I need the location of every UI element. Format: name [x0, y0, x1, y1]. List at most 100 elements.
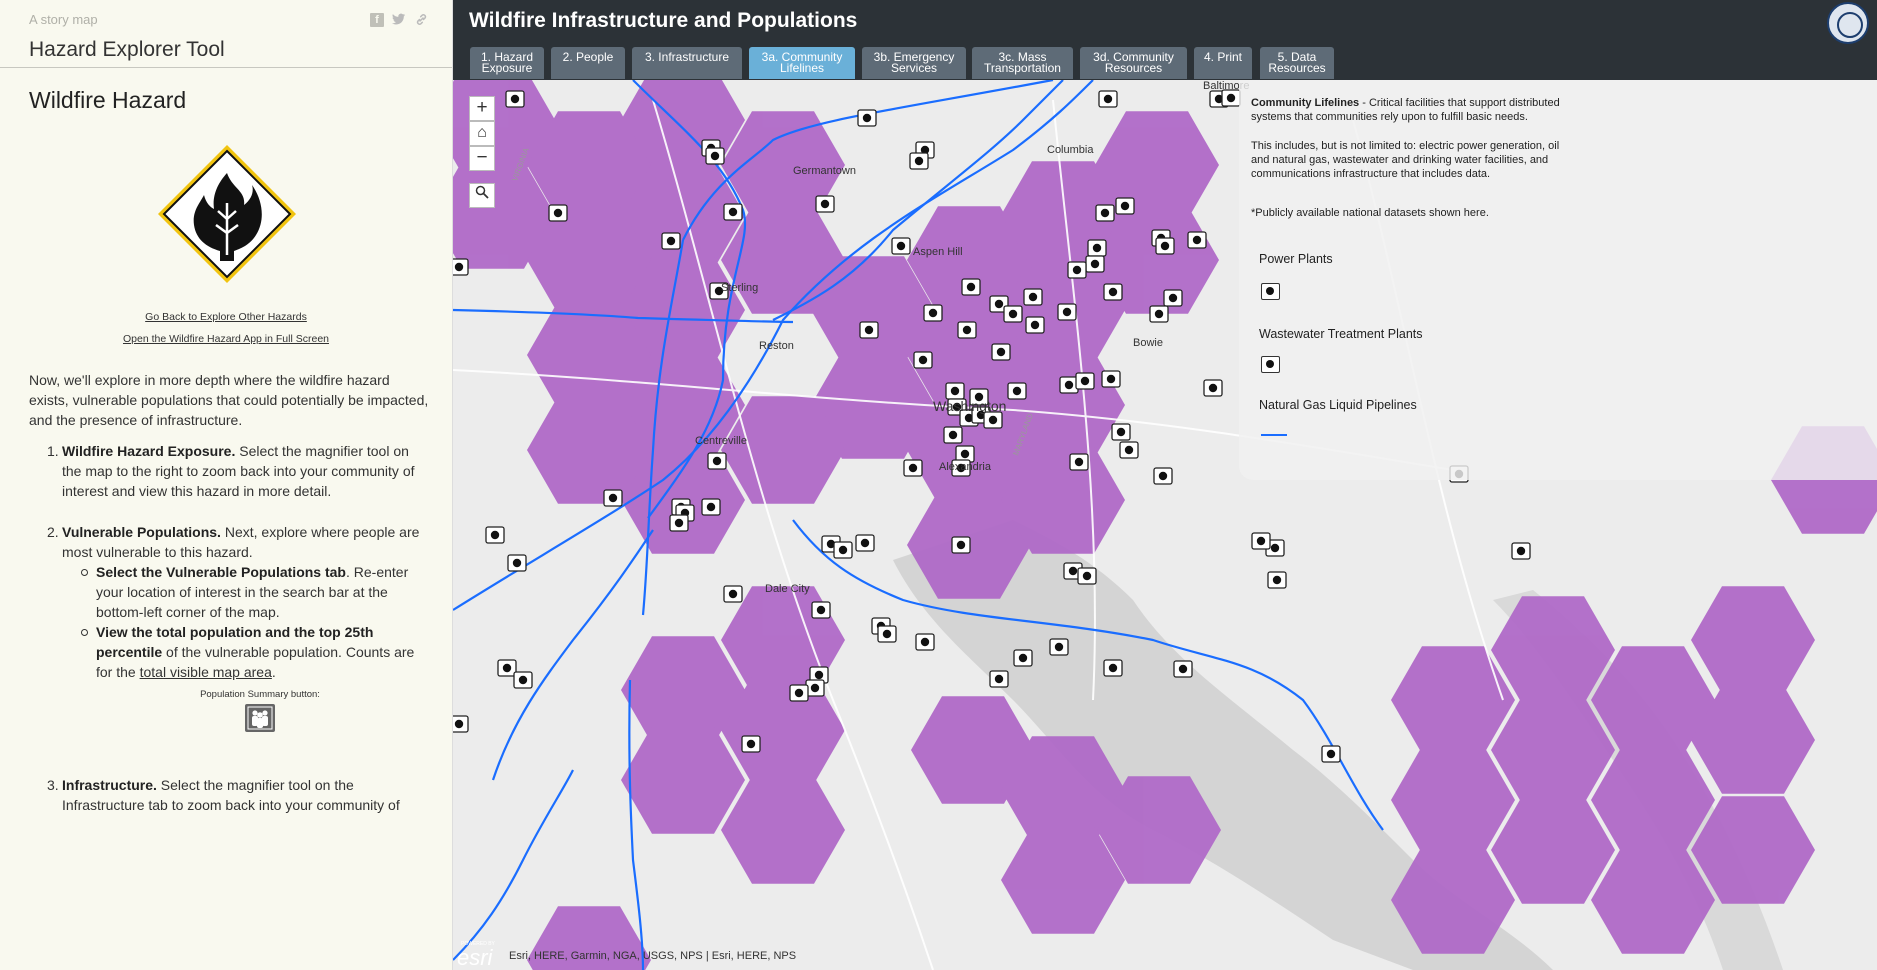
- facility-icon[interactable]: [497, 659, 517, 677]
- facebook-icon[interactable]: f: [370, 13, 384, 27]
- facility-icon[interactable]: [1149, 305, 1169, 323]
- facility-icon[interactable]: [1119, 441, 1139, 459]
- zoom-in-button[interactable]: +: [469, 96, 495, 121]
- facility-icon[interactable]: [1511, 542, 1531, 560]
- full-screen-link[interactable]: Open the Wildfire Hazard App in Full Scr…: [0, 333, 452, 345]
- facility-icon[interactable]: [915, 633, 935, 651]
- facility-icon[interactable]: [548, 204, 568, 222]
- facility-icon[interactable]: [857, 109, 877, 127]
- facility-icon[interactable]: [943, 426, 963, 444]
- facility-icon[interactable]: [1103, 283, 1123, 301]
- facility-icon[interactable]: [877, 625, 897, 643]
- place-label: Aspen Hill: [913, 246, 963, 258]
- facility-icon[interactable]: [1163, 289, 1183, 307]
- facility-icon[interactable]: [1103, 659, 1123, 677]
- facility-icon[interactable]: [707, 452, 727, 470]
- facility-icon[interactable]: [705, 147, 725, 165]
- facility-icon[interactable]: [983, 411, 1003, 429]
- facility-icon[interactable]: [661, 232, 681, 250]
- facility-icon[interactable]: [723, 585, 743, 603]
- facility-icon[interactable]: [789, 684, 809, 702]
- facility-icon[interactable]: [957, 321, 977, 339]
- population-summary-button[interactable]: [245, 704, 275, 732]
- visible-map-area-link[interactable]: total visible map area: [140, 664, 272, 680]
- facility-icon[interactable]: [1111, 423, 1131, 441]
- facility-icon[interactable]: [1321, 745, 1341, 763]
- facility-icon[interactable]: [513, 671, 533, 689]
- facility-icon[interactable]: [1077, 567, 1097, 585]
- facility-icon[interactable]: [1023, 288, 1043, 306]
- map-attribution[interactable]: Esri, HERE, Garmin, NGA, USGS, NPS | Esr…: [509, 950, 796, 962]
- facility-icon[interactable]: [1087, 239, 1107, 257]
- facility-icon[interactable]: [1069, 453, 1089, 471]
- facility-icon[interactable]: [923, 304, 943, 322]
- facility-icon[interactable]: [1221, 89, 1241, 107]
- facility-icon[interactable]: [603, 489, 623, 507]
- facility-icon[interactable]: [453, 715, 469, 733]
- facility-icon[interactable]: [1025, 316, 1045, 334]
- facility-icon[interactable]: [1007, 382, 1027, 400]
- map-header: Wildfire Infrastructure and Populations …: [453, 0, 1877, 80]
- facility-icon[interactable]: [805, 679, 825, 697]
- tab-3c-mass[interactable]: 3c. Mass Transportation: [972, 47, 1073, 79]
- facility-icon[interactable]: [1013, 649, 1033, 667]
- facility-icon[interactable]: [1059, 376, 1079, 394]
- tab-3b-emergency[interactable]: 3b. Emergency Services: [862, 47, 966, 79]
- facility-icon[interactable]: [989, 670, 1009, 688]
- facility-icon[interactable]: [453, 258, 469, 276]
- facility-icon[interactable]: [485, 526, 505, 544]
- go-back-link[interactable]: Go Back to Explore Other Hazards: [0, 311, 452, 323]
- facility-icon[interactable]: [1203, 379, 1223, 397]
- facility-icon[interactable]: [669, 514, 689, 532]
- facility-icon[interactable]: [1153, 467, 1173, 485]
- facility-icon[interactable]: [909, 152, 929, 170]
- facility-icon[interactable]: [701, 498, 721, 516]
- tab-2-people[interactable]: 2. People: [551, 47, 625, 79]
- facility-icon[interactable]: [507, 554, 527, 572]
- facility-icon[interactable]: [1067, 261, 1087, 279]
- twitter-icon[interactable]: [392, 13, 406, 27]
- facility-icon[interactable]: [859, 321, 879, 339]
- facility-icon[interactable]: [1049, 638, 1069, 656]
- link-icon[interactable]: [414, 13, 428, 27]
- map-view[interactable]: Wildfire Infrastructure and Populations …: [453, 0, 1877, 970]
- facility-icon[interactable]: [1057, 303, 1077, 321]
- facility-icon[interactable]: [913, 351, 933, 369]
- tab-3d-community[interactable]: 3d. Community Resources: [1080, 47, 1187, 79]
- facility-icon[interactable]: [723, 203, 743, 221]
- facility-icon[interactable]: [1085, 255, 1105, 273]
- facility-icon[interactable]: [1098, 90, 1118, 108]
- facility-icon[interactable]: [505, 90, 525, 108]
- home-button[interactable]: ⌂: [469, 121, 495, 146]
- facility-icon[interactable]: [1101, 370, 1121, 388]
- facility-icon[interactable]: [961, 278, 981, 296]
- tab-label: Resources: [1104, 61, 1163, 75]
- facility-icon[interactable]: [833, 541, 853, 559]
- facility-icon[interactable]: [891, 237, 911, 255]
- facility-icon[interactable]: [1251, 532, 1271, 550]
- facility-icon[interactable]: [1075, 372, 1095, 390]
- facility-icon[interactable]: [1173, 660, 1193, 678]
- search-magnifier-button[interactable]: [469, 183, 495, 208]
- facility-icon[interactable]: [1155, 237, 1175, 255]
- place-label: Reston: [759, 340, 794, 352]
- zoom-out-button[interactable]: −: [469, 146, 495, 171]
- facility-icon[interactable]: [811, 601, 831, 619]
- tab-1-hazard[interactable]: 1. Hazard Exposure: [470, 47, 544, 79]
- facility-icon[interactable]: [1003, 305, 1023, 323]
- facility-icon[interactable]: [855, 534, 875, 552]
- tab-5-data[interactable]: 5. Data Resources: [1260, 47, 1334, 79]
- facility-icon[interactable]: [991, 343, 1011, 361]
- facility-icon[interactable]: [951, 536, 971, 554]
- tab-4-print[interactable]: 4. Print: [1194, 47, 1252, 79]
- facility-icon[interactable]: [1115, 197, 1135, 215]
- facility-icon[interactable]: [1267, 571, 1287, 589]
- facility-icon[interactable]: [815, 195, 835, 213]
- facility-icon[interactable]: [1095, 204, 1115, 222]
- facility-icon[interactable]: [741, 735, 761, 753]
- tab-3-infrastructure[interactable]: 3. Infrastructure: [632, 47, 742, 79]
- facility-icon[interactable]: [903, 459, 923, 477]
- facility-icon[interactable]: [1187, 231, 1207, 249]
- facility-icon[interactable]: [945, 382, 965, 400]
- tab-3a-community[interactable]: 3a. Community Lifelines: [749, 47, 855, 79]
